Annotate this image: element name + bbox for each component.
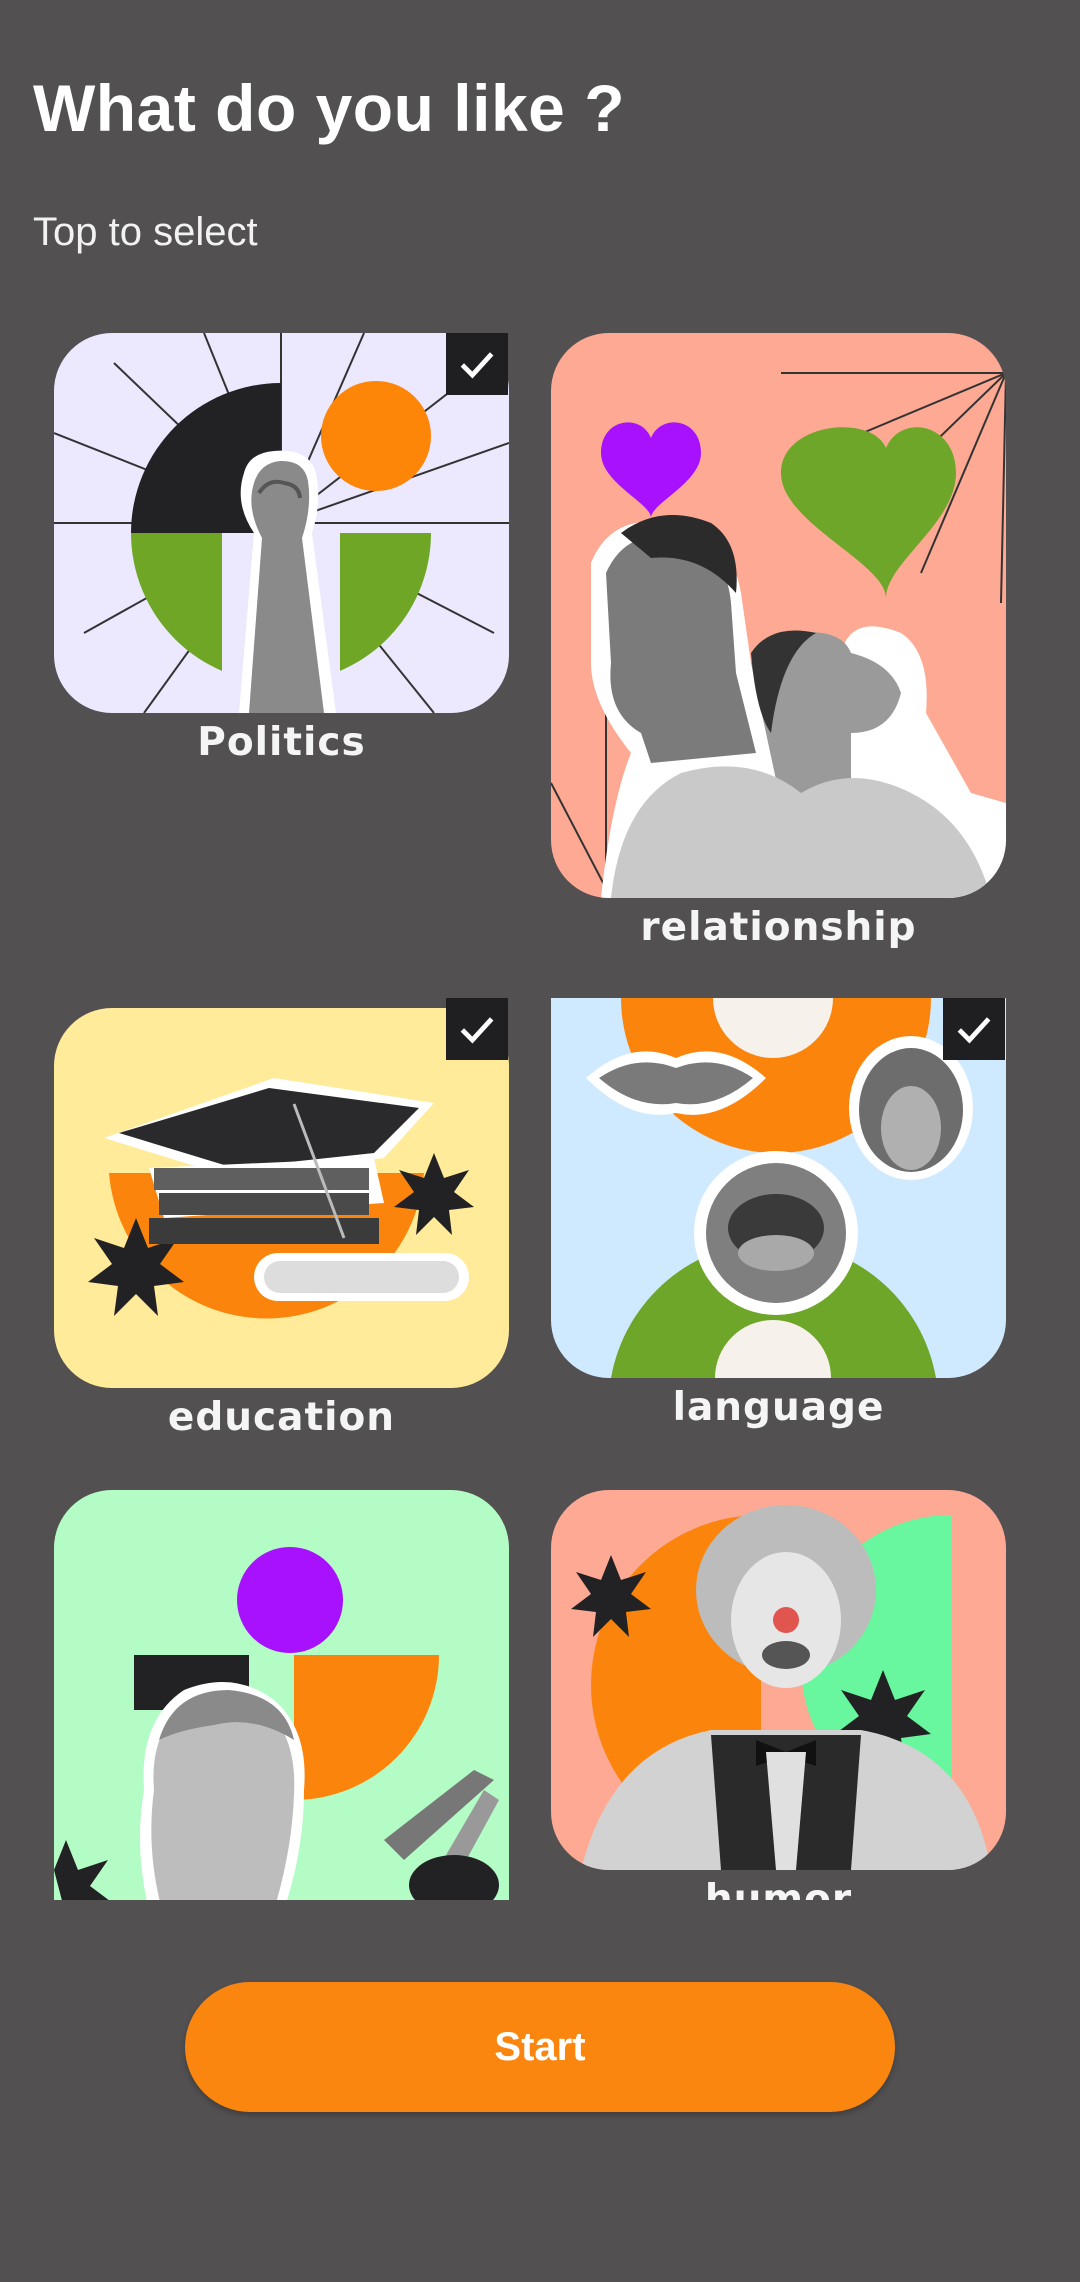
- relationship-image: [551, 333, 1006, 898]
- selected-check-language: [943, 998, 1005, 1060]
- art-image: [54, 1490, 509, 1900]
- topic-label-education: education: [167, 1395, 396, 1440]
- topics-grid[interactable]: Politics relationship education language…: [0, 320, 1080, 1900]
- topic-label-politics: Politics: [197, 720, 366, 765]
- checkmark-icon: [460, 1017, 494, 1044]
- topic-card-art[interactable]: [54, 1490, 509, 1900]
- page-title: What do you like ?: [33, 71, 626, 145]
- humor-image: [551, 1490, 1006, 1870]
- topic-card-humor[interactable]: [551, 1490, 1006, 1870]
- topic-card-language[interactable]: [551, 998, 1006, 1378]
- topic-label-language: language: [672, 1385, 885, 1430]
- topic-card-education[interactable]: [54, 1008, 509, 1388]
- checkmark-icon: [460, 352, 494, 379]
- topic-label-humor: humor: [704, 1877, 853, 1900]
- topic-card-relationship[interactable]: [551, 333, 1006, 898]
- page-subtitle: Top to select: [33, 210, 258, 254]
- topic-label-relationship: relationship: [640, 905, 917, 950]
- start-button[interactable]: Start: [185, 1982, 895, 2112]
- education-image: [54, 1008, 509, 1388]
- topic-card-politics[interactable]: [54, 333, 509, 713]
- checkmark-icon: [957, 1017, 991, 1044]
- language-image: [551, 998, 1006, 1378]
- politics-image: [54, 333, 509, 713]
- selected-check-education: [446, 998, 508, 1060]
- selected-check-politics: [446, 333, 508, 395]
